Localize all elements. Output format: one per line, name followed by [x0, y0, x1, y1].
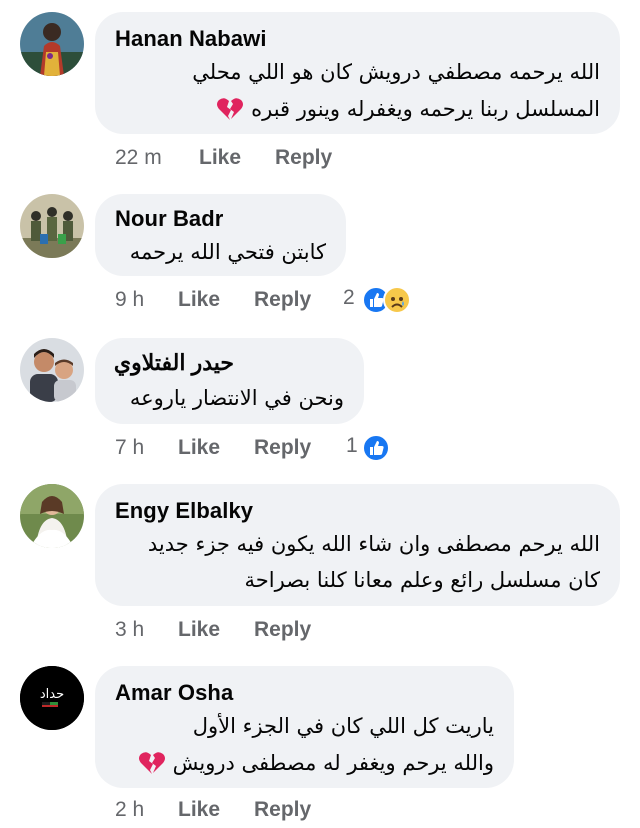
- reply-button[interactable]: Reply: [254, 288, 311, 312]
- like-button[interactable]: Like: [178, 798, 220, 822]
- comment-text-line: المسلسل ربنا يرحمه ويغفرله وينور قبره: [212, 96, 600, 127]
- avatar[interactable]: [20, 338, 84, 402]
- avatar[interactable]: [20, 194, 84, 258]
- like-button[interactable]: Like: [199, 146, 241, 170]
- like-button[interactable]: Like: [178, 288, 220, 312]
- comment-text: المسلسل ربنا يرحمه ويغفرله وينور قبره: [251, 97, 600, 121]
- avatar-label: حداد: [40, 687, 64, 702]
- reply-button[interactable]: Reply: [254, 798, 311, 822]
- reply-button[interactable]: Reply: [254, 436, 311, 460]
- comment-timestamp[interactable]: 9 h: [115, 288, 144, 312]
- comment-timestamp[interactable]: 3 h: [115, 618, 144, 642]
- comment-bubble: Nour Badr كابتن فتحي الله يرحمه: [95, 194, 346, 276]
- comment-author[interactable]: Hanan Nabawi: [115, 26, 267, 52]
- comment-bubble: Hanan Nabawi الله يرحمه مصطفي درويش كان …: [95, 12, 620, 134]
- comment-text-line: الله يرحم مصطفى وان شاء الله يكون فيه جز…: [147, 532, 600, 556]
- comment-author[interactable]: Nour Badr: [115, 206, 223, 232]
- comment-text-line: ياريت كل اللي كان في الجزء الأول: [192, 714, 494, 738]
- comment-text-line: والله يرحم ويغفر له مصطفى درويش: [134, 750, 494, 781]
- reply-button[interactable]: Reply: [275, 146, 332, 170]
- sad-icon: [383, 286, 411, 314]
- reaction-count: 2: [343, 286, 355, 309]
- comment-bubble: Engy Elbalky الله يرحم مصطفى وان شاء الل…: [95, 484, 620, 606]
- like-button[interactable]: Like: [178, 618, 220, 642]
- reaction-summary[interactable]: 2: [343, 286, 423, 316]
- avatar[interactable]: [20, 12, 84, 76]
- like-button[interactable]: Like: [178, 436, 220, 460]
- comment-timestamp[interactable]: 7 h: [115, 436, 144, 460]
- reaction-count: 1: [346, 434, 358, 457]
- comment-author[interactable]: Amar Osha: [115, 680, 233, 706]
- comment-text-line: كان مسلسل رائع وعلم معانا كلنا بصراحة: [244, 568, 600, 592]
- avatar[interactable]: حداد: [20, 666, 84, 730]
- comment-bubble: Amar Osha ياريت كل اللي كان في الجزء الأ…: [95, 666, 514, 788]
- comment-thread: Hanan Nabawi الله يرحمه مصطفي درويش كان …: [0, 0, 640, 826]
- reaction-summary[interactable]: 1: [346, 434, 396, 464]
- comment-timestamp[interactable]: 22 m: [115, 146, 162, 170]
- comment-bubble: حيدر الفتلاوي ونحن في الانتضار ياروعه: [95, 338, 364, 424]
- comment-author[interactable]: Engy Elbalky: [115, 498, 253, 524]
- broken-heart-icon: [216, 96, 244, 127]
- comment-text: والله يرحم ويغفر له مصطفى درويش: [172, 751, 494, 775]
- broken-heart-icon: [138, 750, 166, 781]
- avatar[interactable]: [20, 484, 84, 548]
- comment-text-line: كابتن فتحي الله يرحمه: [129, 240, 326, 264]
- comment-text-line: الله يرحمه مصطفي درويش كان هو اللي محلي: [192, 60, 600, 84]
- reply-button[interactable]: Reply: [254, 618, 311, 642]
- comment-author[interactable]: حيدر الفتلاوي: [114, 350, 234, 376]
- comment-timestamp[interactable]: 2 h: [115, 798, 144, 822]
- comment-text-line: ونحن في الانتضار ياروعه: [129, 386, 344, 410]
- like-icon: [362, 434, 390, 462]
